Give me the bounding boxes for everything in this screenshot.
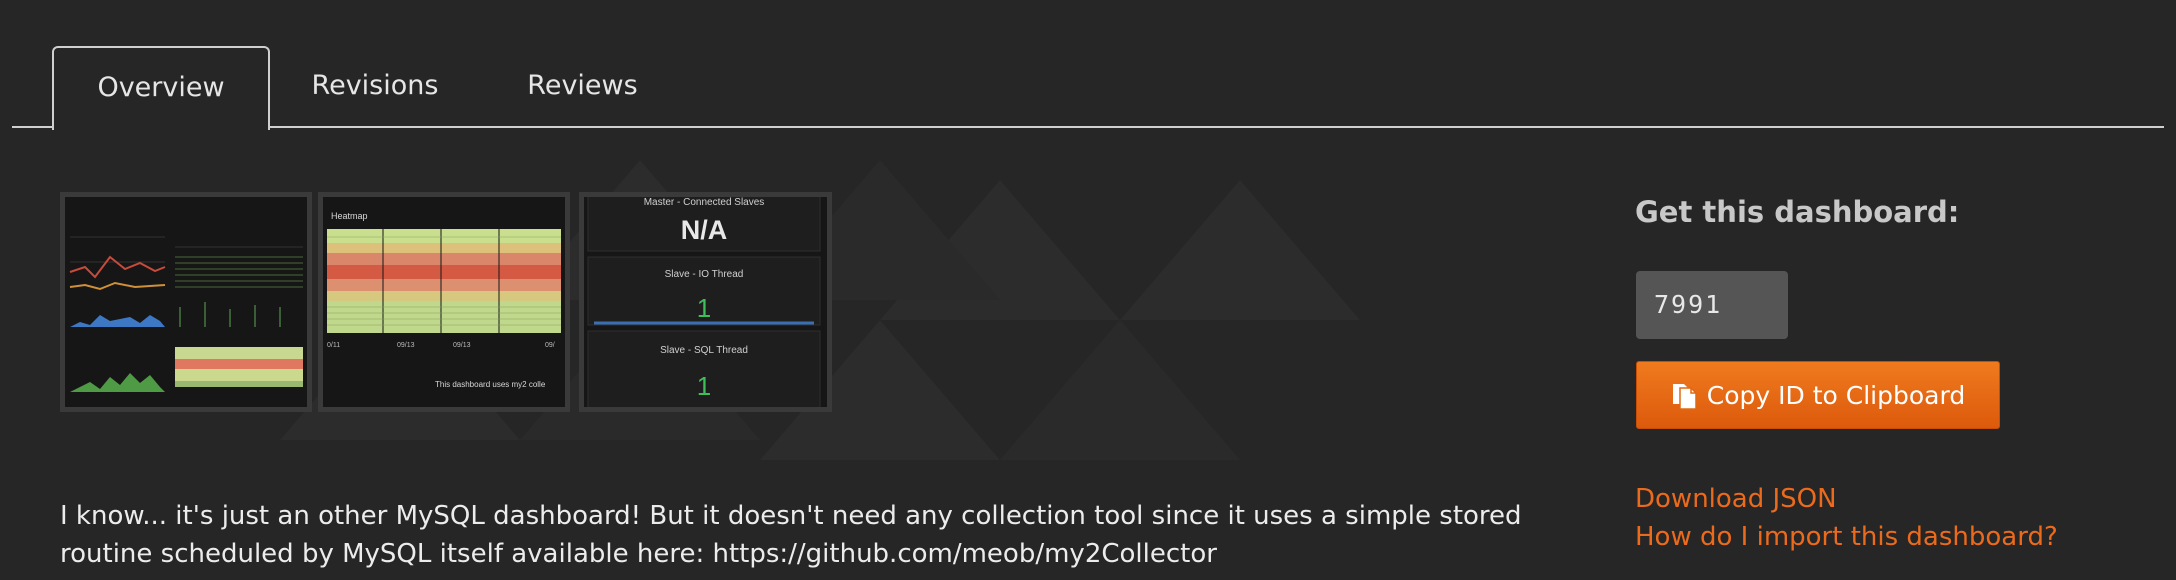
- heatmap-title: Heatmap: [331, 211, 368, 221]
- import-help-link[interactable]: How do I import this dashboard?: [1635, 522, 2058, 552]
- stat-title: Master - Connected Slaves: [644, 197, 765, 208]
- copy-id-button[interactable]: Copy ID to Clipboard: [1636, 361, 2000, 429]
- clipboard-icon: [1671, 380, 1697, 410]
- tab-reviews[interactable]: Reviews: [515, 46, 650, 126]
- heatmap-preview-image: Heatmap 0/11 09/13 09/13 09/ This dashbo…: [323, 197, 565, 407]
- tab-divider: [12, 126, 2164, 128]
- heatmap-axis-label: 09/13: [453, 342, 471, 349]
- stat-title: Slave - SQL Thread: [660, 345, 748, 356]
- dashboard-description: I know... it's just an other MySQL dashb…: [60, 501, 1522, 569]
- stat-value: 1: [697, 293, 711, 323]
- tab-overview[interactable]: Overview: [52, 46, 270, 130]
- graphs-preview-image: [65, 197, 307, 407]
- screenshot-thumbnail-1[interactable]: [60, 192, 312, 412]
- heatmap-axis-label: 09/: [545, 342, 555, 349]
- dashboard-page: Overview Revisions Reviews Heatmap 0/11 …: [0, 0, 2176, 580]
- tab-bar: Overview Revisions Reviews: [0, 0, 2176, 130]
- screenshot-thumbnail-3[interactable]: Master - Connected Slaves N/A Slave - IO…: [579, 192, 832, 412]
- get-dashboard-heading: Get this dashboard:: [1635, 195, 1960, 229]
- singlestat-preview-image: Master - Connected Slaves N/A Slave - IO…: [584, 197, 827, 407]
- stat-value: N/A: [681, 215, 728, 245]
- tab-revisions[interactable]: Revisions: [300, 46, 450, 126]
- copy-id-label: Copy ID to Clipboard: [1706, 380, 1966, 410]
- heatmap-axis-label: 09/13: [397, 342, 415, 349]
- download-json-link[interactable]: Download JSON: [1635, 484, 1837, 514]
- heatmap-axis-label: 0/11: [327, 342, 340, 349]
- stat-title: Slave - IO Thread: [665, 269, 744, 280]
- stat-value: 1: [697, 371, 711, 401]
- screenshot-thumbnail-2[interactable]: Heatmap 0/11 09/13 09/13 09/ This dashbo…: [318, 192, 570, 412]
- heatmap-footer-text: This dashboard uses my2 colle: [435, 380, 546, 389]
- dashboard-id-field[interactable]: 7991: [1636, 271, 1788, 339]
